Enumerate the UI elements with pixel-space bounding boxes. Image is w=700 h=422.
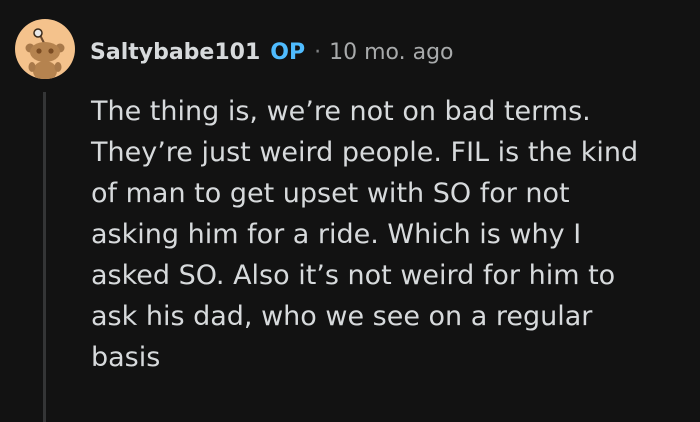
comment-timestamp[interactable]: 10 mo. ago xyxy=(329,40,453,65)
comment: Saltybabe101 OP · 10 mo. ago The thing i… xyxy=(0,0,700,422)
comment-header: Saltybabe101 OP · 10 mo. ago xyxy=(90,35,454,69)
op-badge: OP xyxy=(270,39,306,65)
comment-body: The thing is, we’re not on bad terms. Th… xyxy=(91,96,639,373)
user-avatar[interactable] xyxy=(15,19,75,79)
username-link[interactable]: Saltybabe101 xyxy=(90,40,260,65)
meta-separator: · xyxy=(314,39,322,65)
snoo-avatar-icon xyxy=(25,28,65,79)
thread-collapse-line[interactable] xyxy=(43,92,46,422)
